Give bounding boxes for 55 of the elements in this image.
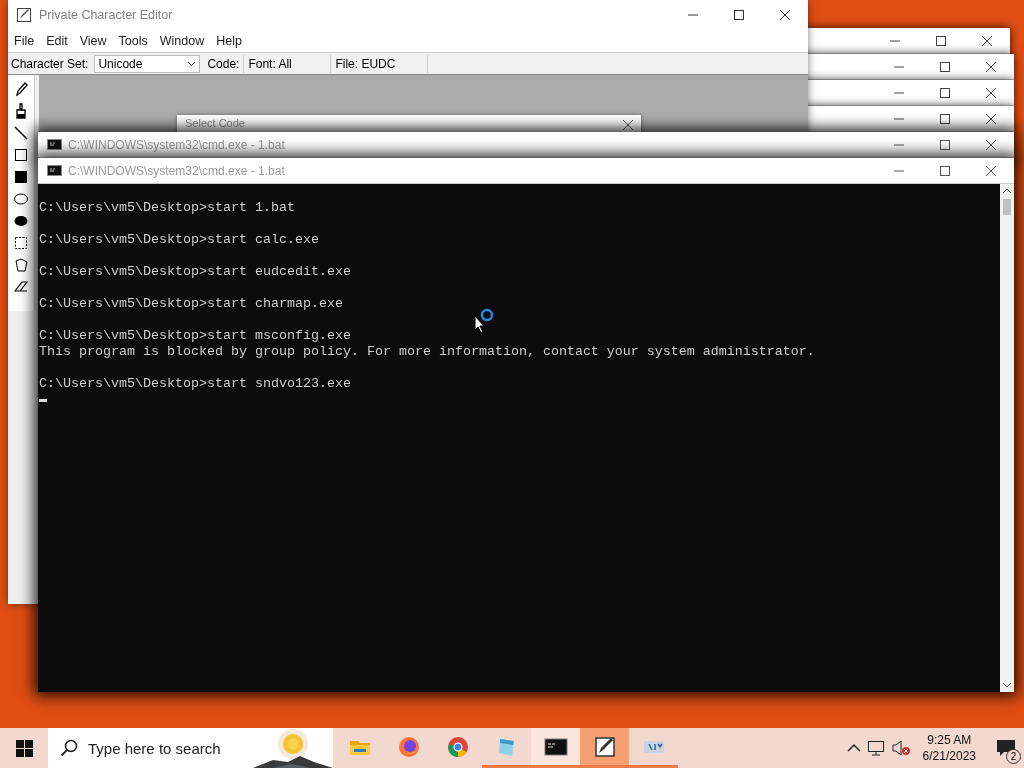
close-icon[interactable] <box>623 120 633 130</box>
command-line: C:\Users\vm5\Desktop>start msconfig.exe <box>39 328 352 344</box>
rectangle-icon[interactable] <box>13 147 29 163</box>
console-icon <box>47 165 62 176</box>
window-title: Private Character Editor <box>39 8 173 22</box>
volume-muted-icon[interactable] <box>890 740 911 756</box>
search-field[interactable]: Type here to search <box>48 728 333 768</box>
ellipse-icon[interactable] <box>13 191 29 207</box>
scrollbar[interactable] <box>1000 184 1014 692</box>
window-title: C:\WINDOWS\system32\cmd.exe - 1.bat <box>68 163 285 178</box>
windows-start-icon[interactable] <box>15 739 33 757</box>
command-line: C:\Users\vm5\Desktop>start 1.bat <box>39 200 296 216</box>
dialog-title: Select Code <box>185 117 245 129</box>
scrollbar-thumb[interactable] <box>1003 199 1011 215</box>
taskbar-button[interactable] <box>531 728 580 768</box>
font-label: Font: All <box>248 56 292 71</box>
browser-icon <box>445 734 470 759</box>
filled-ellipse-icon[interactable] <box>13 213 29 229</box>
text-cursor <box>39 399 47 402</box>
command-line: C:\Users\vm5\Desktop>start calc.exe <box>39 232 320 248</box>
selection-icon[interactable] <box>13 235 29 251</box>
eraser-icon[interactable] <box>13 279 29 295</box>
caret-icon[interactable] <box>187 60 197 67</box>
command-line: C:\Users\vm5\Desktop>start eudcedit.exe <box>39 264 352 280</box>
busy-cursor-icon <box>474 308 496 334</box>
menu-item[interactable]: View <box>73 34 113 48</box>
clock-date[interactable]: 6/21/2023 <box>922 748 976 764</box>
menu-item[interactable]: Help <box>210 34 248 48</box>
console-icon <box>47 139 62 150</box>
chevron-up-icon[interactable] <box>846 743 861 753</box>
pen-icon <box>592 734 617 759</box>
search-placeholder: Type here to search <box>88 739 221 757</box>
menu-item[interactable]: Edit <box>40 34 74 48</box>
charset-dropdown[interactable]: Unicode <box>94 54 201 73</box>
filled-rectangle-icon[interactable] <box>13 169 29 185</box>
brush-icon[interactable] <box>13 103 29 119</box>
error-message: This program is blocked by group policy. For more information, contact your system administrator. <box>39 344 816 360</box>
pen-icon <box>16 7 32 23</box>
menu-item[interactable]: Window <box>153 34 211 48</box>
command-line: C:\Users\vm5\Desktop>start sndvo123.exe <box>39 376 352 392</box>
field-label: Character Set: <box>10 56 90 71</box>
file-label: File: EUDC <box>335 56 396 71</box>
taskbar-button[interactable] <box>580 728 629 768</box>
window-title: C:\WINDOWS\system32\cmd.exe - 1.bat <box>68 137 285 152</box>
clock-time[interactable]: 9:25 AM <box>927 732 972 748</box>
menu-item[interactable]: Tools <box>112 34 154 48</box>
code-label: Code: <box>207 56 240 71</box>
command-line: C:\Users\vm5\Desktop>start charmap.exe <box>39 296 344 312</box>
menu-item[interactable]: File <box>8 34 41 48</box>
network-icon[interactable] <box>866 740 885 756</box>
search-icon <box>60 739 78 757</box>
line-icon[interactable] <box>13 125 29 141</box>
lasso-icon[interactable] <box>13 257 29 273</box>
notification-count: 2 <box>1006 749 1021 764</box>
pencil-icon[interactable] <box>13 81 29 97</box>
